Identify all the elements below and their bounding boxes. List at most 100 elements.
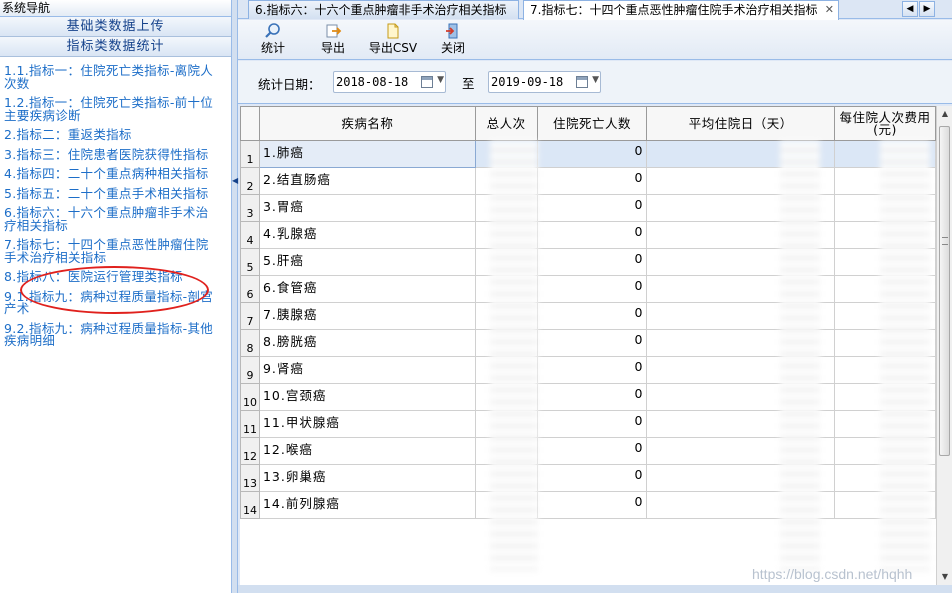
disease-name-cell[interactable]: 14.前列腺癌: [258, 491, 476, 519]
avg-days-cell[interactable]: [646, 140, 836, 168]
row-number[interactable]: 8: [240, 329, 260, 357]
table-row[interactable]: 8 8.膀胱癌 0: [240, 329, 936, 357]
nav-item-9-1[interactable]: 9.1.指标九：病种过程质量指标-剖宫产术: [0, 290, 231, 316]
table-row[interactable]: 1 1.肺癌 0: [240, 140, 936, 168]
avg-days-cell[interactable]: [646, 383, 836, 411]
table-row[interactable]: 13 13.卵巢癌 0: [240, 464, 936, 492]
total-cell[interactable]: [474, 275, 538, 303]
end-date-input[interactable]: [489, 72, 569, 92]
total-cell[interactable]: [474, 194, 538, 222]
total-cell[interactable]: [474, 383, 538, 411]
table-row[interactable]: 6 6.食管癌 0: [240, 275, 936, 303]
total-cell[interactable]: [474, 248, 538, 276]
nav-item-6[interactable]: 6.指标六：十六个重点肿瘤非手术治疗相关指标: [0, 206, 231, 232]
tab-scroll-left-icon[interactable]: ◀: [902, 1, 918, 17]
row-number[interactable]: 9: [240, 356, 260, 384]
cost-cell[interactable]: [834, 464, 936, 492]
total-cell[interactable]: [474, 140, 538, 168]
disease-name-cell[interactable]: 7.胰腺癌: [258, 302, 476, 330]
deaths-cell[interactable]: 0: [536, 302, 648, 330]
avg-days-cell[interactable]: [646, 221, 836, 249]
nav-item-7[interactable]: 7.指标七：十四个重点恶性肿瘤住院手术治疗相关指标: [0, 238, 231, 264]
avg-days-cell[interactable]: [646, 329, 836, 357]
avg-days-cell[interactable]: [646, 275, 836, 303]
calendar-icon[interactable]: [576, 76, 588, 88]
disease-name-cell[interactable]: 1.肺癌: [258, 140, 476, 168]
nav-item-5[interactable]: 5.指标五：二十个重点手术相关指标: [0, 187, 231, 201]
close-button[interactable]: 关闭: [438, 22, 468, 58]
avg-days-cell[interactable]: [646, 167, 836, 195]
column-header-deaths[interactable]: 住院死亡人数: [536, 106, 648, 141]
row-number[interactable]: 14: [240, 491, 260, 519]
nav-item-2[interactable]: 2.指标二：重返类指标: [0, 128, 231, 142]
total-cell[interactable]: [474, 437, 538, 465]
table-row[interactable]: 4 4.乳腺癌 0: [240, 221, 936, 249]
avg-days-cell[interactable]: [646, 248, 836, 276]
total-cell[interactable]: [474, 221, 538, 249]
disease-name-cell[interactable]: 5.肝癌: [258, 248, 476, 276]
row-number[interactable]: 13: [240, 464, 260, 492]
deaths-cell[interactable]: 0: [536, 140, 648, 168]
avg-days-cell[interactable]: [646, 194, 836, 222]
row-number[interactable]: 12: [240, 437, 260, 465]
row-number[interactable]: 7: [240, 302, 260, 330]
cost-cell[interactable]: [834, 356, 936, 384]
nav-item-8[interactable]: 8.指标八：医院运行管理类指标: [0, 270, 231, 284]
total-cell[interactable]: [474, 410, 538, 438]
disease-name-cell[interactable]: 10.宫颈癌: [258, 383, 476, 411]
disease-name-cell[interactable]: 13.卵巢癌: [258, 464, 476, 492]
total-cell[interactable]: [474, 491, 538, 519]
disease-name-cell[interactable]: 11.甲状腺癌: [258, 410, 476, 438]
avg-days-cell[interactable]: [646, 491, 836, 519]
scrollbar-thumb[interactable]: [939, 126, 950, 456]
table-row[interactable]: 11 11.甲状腺癌 0: [240, 410, 936, 438]
tab-indicator-7[interactable]: 7.指标七：十四个重点恶性肿瘤住院手术治疗相关指标 ✕: [523, 0, 839, 20]
avg-days-cell[interactable]: [646, 464, 836, 492]
disease-name-cell[interactable]: 8.膀胱癌: [258, 329, 476, 357]
cost-cell[interactable]: [834, 221, 936, 249]
avg-days-cell[interactable]: [646, 437, 836, 465]
row-number[interactable]: 3: [240, 194, 260, 222]
column-header-disease[interactable]: 疾病名称: [258, 106, 476, 141]
cost-cell[interactable]: [834, 275, 936, 303]
avg-days-cell[interactable]: [646, 410, 836, 438]
total-cell[interactable]: [474, 329, 538, 357]
scroll-down-icon[interactable]: ▼: [938, 569, 952, 585]
cost-cell[interactable]: [834, 329, 936, 357]
column-header-avg-days[interactable]: 平均住院日（天）: [646, 106, 836, 141]
deaths-cell[interactable]: 0: [536, 275, 648, 303]
nav-section-indicator-stats[interactable]: 指标类数据统计: [0, 37, 231, 57]
nav-section-basic-upload[interactable]: 基础类数据上传: [0, 17, 231, 37]
deaths-cell[interactable]: 0: [536, 221, 648, 249]
deaths-cell[interactable]: 0: [536, 410, 648, 438]
table-row[interactable]: 12 12.喉癌 0: [240, 437, 936, 465]
row-number[interactable]: 6: [240, 275, 260, 303]
vertical-scrollbar[interactable]: ▲ ▼: [936, 106, 952, 585]
deaths-cell[interactable]: 0: [536, 329, 648, 357]
table-row[interactable]: 9 9.肾癌 0: [240, 356, 936, 384]
row-number[interactable]: 1: [240, 140, 260, 168]
total-cell[interactable]: [474, 356, 538, 384]
row-number[interactable]: 2: [240, 167, 260, 195]
total-cell[interactable]: [474, 302, 538, 330]
deaths-cell[interactable]: 0: [536, 491, 648, 519]
start-date-input[interactable]: [334, 72, 414, 92]
row-number[interactable]: 11: [240, 410, 260, 438]
avg-days-cell[interactable]: [646, 302, 836, 330]
table-row[interactable]: 5 5.肝癌 0: [240, 248, 936, 276]
disease-name-cell[interactable]: 6.食管癌: [258, 275, 476, 303]
table-row[interactable]: 14 14.前列腺癌 0: [240, 491, 936, 519]
collapse-arrow-icon[interactable]: ◀: [232, 175, 238, 187]
table-row[interactable]: 7 7.胰腺癌 0: [240, 302, 936, 330]
end-date-field[interactable]: ▼: [488, 71, 601, 93]
row-number[interactable]: 4: [240, 221, 260, 249]
calendar-icon[interactable]: [421, 76, 433, 88]
nav-item-1-2[interactable]: 1.2.指标一：住院死亡类指标-前十位主要疾病诊断: [0, 96, 231, 122]
chevron-down-icon[interactable]: ▼: [437, 75, 444, 85]
row-number[interactable]: 10: [240, 383, 260, 411]
total-cell[interactable]: [474, 464, 538, 492]
nav-item-3[interactable]: 3.指标三：住院患者医院获得性指标: [0, 148, 231, 162]
deaths-cell[interactable]: 0: [536, 464, 648, 492]
cost-cell[interactable]: [834, 437, 936, 465]
close-icon[interactable]: ✕: [825, 1, 834, 19]
